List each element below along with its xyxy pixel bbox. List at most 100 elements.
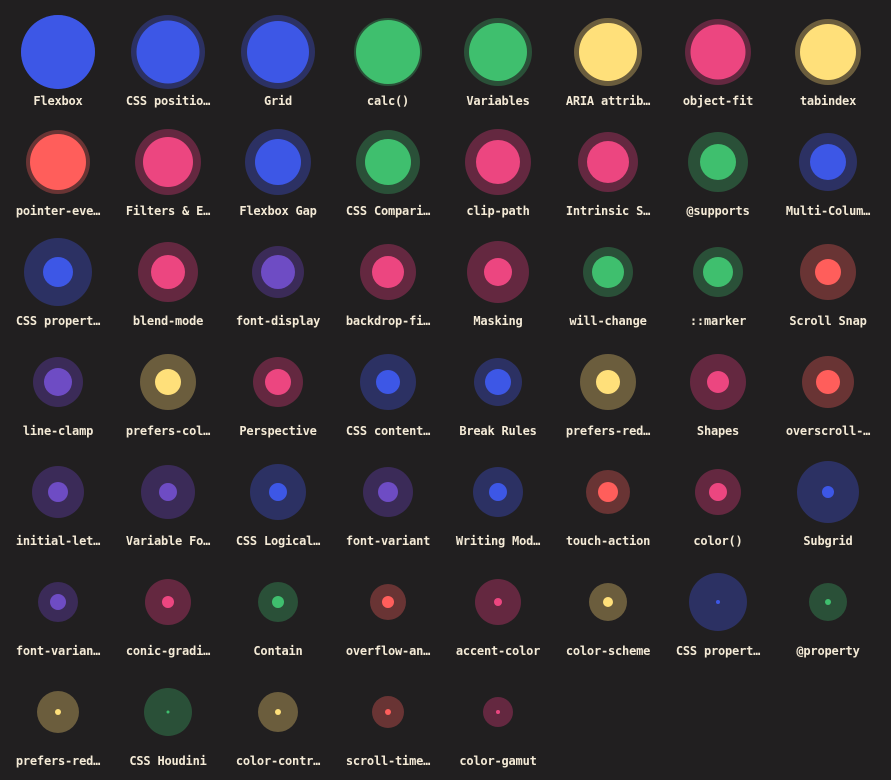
bubble-dot bbox=[587, 141, 629, 183]
feature-item[interactable]: Break Rules bbox=[443, 330, 553, 440]
feature-item[interactable]: overscroll-… bbox=[773, 330, 883, 440]
feature-item[interactable]: accent-color bbox=[443, 550, 553, 660]
feature-item[interactable]: font-display bbox=[223, 220, 333, 330]
feature-item[interactable]: Variables bbox=[443, 0, 553, 110]
feature-item[interactable]: @supports bbox=[663, 110, 773, 220]
feature-item[interactable]: Perspective bbox=[223, 330, 333, 440]
bubble-halo bbox=[21, 15, 95, 89]
feature-item[interactable]: object-fit bbox=[663, 0, 773, 110]
bubble-dot bbox=[489, 483, 507, 501]
feature-item[interactable]: color() bbox=[663, 440, 773, 550]
bubble-halo bbox=[464, 18, 532, 86]
bubble-halo bbox=[685, 19, 751, 85]
bubble-dot bbox=[55, 709, 61, 715]
feature-item[interactable]: overflow-an… bbox=[333, 550, 443, 660]
bubble-dot bbox=[709, 483, 727, 501]
feature-item[interactable]: ARIA attrib… bbox=[553, 0, 663, 110]
feature-item[interactable]: prefers-red… bbox=[553, 330, 663, 440]
feature-item[interactable]: Intrinsic S… bbox=[553, 110, 663, 220]
bubble-dot bbox=[21, 15, 95, 89]
feature-label: Variable Fo… bbox=[125, 534, 211, 548]
bubble-halo bbox=[360, 354, 416, 410]
feature-item[interactable]: CSS Logical… bbox=[223, 440, 333, 550]
feature-label: prefers-red… bbox=[15, 754, 101, 768]
feature-label: font-display bbox=[235, 314, 321, 328]
feature-item[interactable]: clip-path bbox=[443, 110, 553, 220]
feature-item[interactable]: Shapes bbox=[663, 330, 773, 440]
feature-label: object-fit bbox=[682, 94, 754, 108]
feature-item[interactable]: color-contr… bbox=[223, 660, 333, 770]
feature-label: accent-color bbox=[455, 644, 541, 658]
feature-item[interactable]: Writing Mod… bbox=[443, 440, 553, 550]
feature-item[interactable]: scroll-time… bbox=[333, 660, 443, 770]
bubble-halo bbox=[354, 18, 422, 86]
bubble-halo bbox=[363, 467, 413, 517]
feature-item[interactable]: Grid bbox=[223, 0, 333, 110]
bubble-halo bbox=[802, 356, 854, 408]
bubble-halo bbox=[465, 129, 531, 195]
feature-item[interactable]: Multi-Colum… bbox=[773, 110, 883, 220]
bubble-dot bbox=[816, 370, 840, 394]
feature-item[interactable]: CSS propert… bbox=[3, 220, 113, 330]
feature-item[interactable]: CSS Compari… bbox=[333, 110, 443, 220]
feature-label: calc() bbox=[366, 94, 410, 108]
bubble-halo bbox=[24, 238, 92, 306]
bubble-dot bbox=[365, 139, 411, 185]
feature-item[interactable]: tabindex bbox=[773, 0, 883, 110]
bubble-dot bbox=[155, 369, 181, 395]
bubble-halo bbox=[145, 579, 191, 625]
feature-item[interactable]: prefers-col… bbox=[113, 330, 223, 440]
feature-label: CSS Compari… bbox=[345, 204, 431, 218]
bubble-dot bbox=[143, 137, 193, 187]
feature-item[interactable]: Scroll Snap bbox=[773, 220, 883, 330]
bubble-dot bbox=[378, 482, 398, 502]
feature-item[interactable]: color-gamut bbox=[443, 660, 553, 770]
feature-label: font-variant bbox=[345, 534, 431, 548]
feature-label: @supports bbox=[686, 204, 750, 218]
feature-item[interactable]: ::marker bbox=[663, 220, 773, 330]
bubble-dot bbox=[822, 486, 834, 498]
feature-item[interactable]: color-scheme bbox=[553, 550, 663, 660]
feature-item[interactable]: Masking bbox=[443, 220, 553, 330]
feature-label: color() bbox=[693, 534, 743, 548]
feature-label: Subgrid bbox=[803, 534, 853, 548]
feature-item[interactable]: backdrop-fi… bbox=[333, 220, 443, 330]
feature-item[interactable]: CSS Houdini bbox=[113, 660, 223, 770]
feature-item[interactable]: initial-let… bbox=[3, 440, 113, 550]
feature-item[interactable]: conic-gradi… bbox=[113, 550, 223, 660]
feature-label: color-scheme bbox=[565, 644, 651, 658]
feature-item[interactable]: font-varian… bbox=[3, 550, 113, 660]
feature-label: color-contr… bbox=[235, 754, 321, 768]
feature-item[interactable]: @property bbox=[773, 550, 883, 660]
feature-label: overscroll-… bbox=[785, 424, 871, 438]
feature-label: @property bbox=[796, 644, 860, 658]
feature-item[interactable]: blend-mode bbox=[113, 220, 223, 330]
feature-item[interactable]: Filters & E… bbox=[113, 110, 223, 220]
feature-item[interactable]: Contain bbox=[223, 550, 333, 660]
feature-label: CSS Logical… bbox=[235, 534, 321, 548]
feature-item[interactable]: pointer-eve… bbox=[3, 110, 113, 220]
bubble-halo bbox=[245, 129, 311, 195]
feature-label: CSS propert… bbox=[675, 644, 761, 658]
bubble-dot bbox=[596, 370, 620, 394]
feature-item[interactable]: font-variant bbox=[333, 440, 443, 550]
feature-item[interactable]: CSS propert… bbox=[663, 550, 773, 660]
feature-item[interactable]: Flexbox bbox=[3, 0, 113, 110]
feature-item[interactable]: CSS positio… bbox=[113, 0, 223, 110]
feature-item[interactable]: will-change bbox=[553, 220, 663, 330]
feature-item[interactable]: line-clamp bbox=[3, 330, 113, 440]
feature-item[interactable]: Variable Fo… bbox=[113, 440, 223, 550]
bubble-halo bbox=[483, 697, 513, 727]
feature-item[interactable]: touch-action bbox=[553, 440, 663, 550]
feature-item[interactable]: prefers-red… bbox=[3, 660, 113, 770]
bubble-dot bbox=[265, 369, 291, 395]
feature-item[interactable]: CSS content… bbox=[333, 330, 443, 440]
feature-item[interactable]: Flexbox Gap bbox=[223, 110, 333, 220]
feature-label: initial-let… bbox=[15, 534, 101, 548]
feature-label: CSS content… bbox=[345, 424, 431, 438]
feature-item[interactable]: Subgrid bbox=[773, 440, 883, 550]
feature-label: overflow-an… bbox=[345, 644, 431, 658]
feature-label: CSS positio… bbox=[125, 94, 211, 108]
feature-label: backdrop-fi… bbox=[345, 314, 431, 328]
feature-item[interactable]: calc() bbox=[333, 0, 443, 110]
